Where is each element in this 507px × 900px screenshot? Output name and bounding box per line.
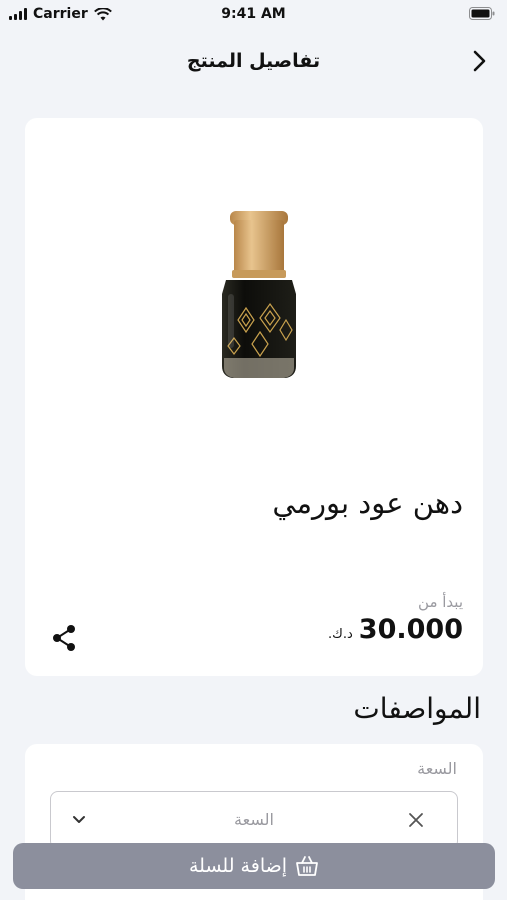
add-to-cart-label: إضافة للسلة — [189, 855, 288, 877]
close-icon[interactable] — [407, 811, 425, 829]
product-image — [222, 211, 296, 378]
share-button[interactable] — [51, 624, 77, 652]
nav-bar: تفاصيل المنتج — [0, 40, 507, 84]
product-card: دهن عود بورمي يبدأ من د.ك. 30.000 — [25, 118, 483, 676]
status-time: 9:41 AM — [221, 6, 286, 22]
price-row: د.ك. 30.000 — [328, 614, 463, 645]
chevron-right-icon — [473, 50, 486, 72]
capacity-placeholder: السعة — [234, 810, 274, 829]
price-value: 30.000 — [358, 614, 463, 645]
back-button[interactable] — [467, 48, 491, 74]
basket-icon — [296, 856, 318, 876]
capacity-label: السعة — [417, 759, 457, 778]
add-to-cart-button[interactable]: إضافة للسلة — [13, 843, 495, 889]
battery-icon — [469, 7, 495, 24]
price-currency: د.ك. — [328, 627, 353, 642]
product-name: دهن عود بورمي — [272, 486, 463, 520]
capacity-select[interactable]: السعة — [50, 791, 458, 849]
specs-title: المواصفات — [353, 692, 481, 725]
price-prefix: يبدأ من — [418, 593, 463, 611]
share-icon — [53, 625, 75, 651]
status-bar: Carrier 9:41 AM — [0, 0, 507, 30]
chevron-down-icon — [73, 816, 85, 823]
page-title: تفاصيل المنتج — [186, 50, 321, 72]
